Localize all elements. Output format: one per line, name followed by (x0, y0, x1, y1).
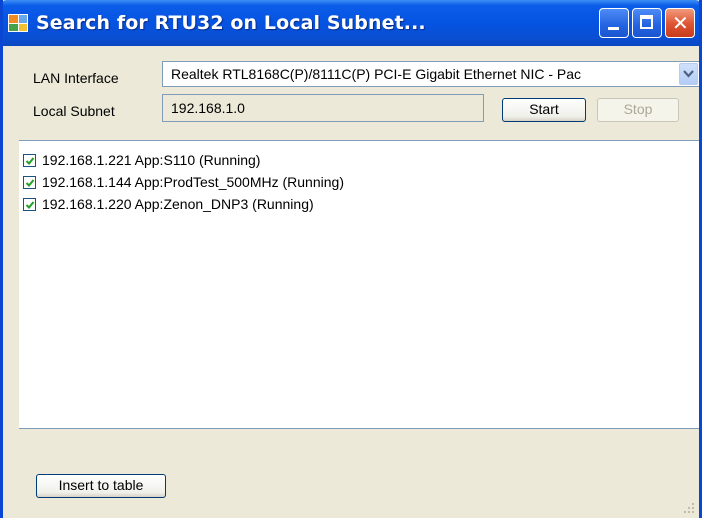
checkbox[interactable] (23, 154, 36, 167)
local-subnet-field: 192.168.1.0 (162, 94, 484, 122)
close-icon: ✕ (672, 11, 689, 35)
maximize-icon (640, 15, 653, 29)
checkmark-icon (25, 201, 35, 209)
maximize-button[interactable] (632, 8, 662, 38)
list-item-label: 192.168.1.220 App:Zenon_DNP3 (Running) (42, 196, 314, 212)
minimize-button[interactable] (599, 8, 629, 38)
list-item-label: 192.168.1.144 App:ProdTest_500MHz (Runni… (42, 174, 344, 190)
checkmark-icon (25, 179, 35, 187)
lan-interface-label: LAN Interface (33, 70, 119, 86)
checkbox[interactable] (23, 176, 36, 189)
start-button[interactable]: Start (502, 98, 586, 122)
minimize-icon (608, 27, 619, 30)
insert-to-table-button[interactable]: Insert to table (36, 474, 166, 498)
list-item-label: 192.168.1.221 App:S110 (Running) (42, 152, 261, 168)
search-dialog: Search for RTU32 on Local Subnet... ✕ LA… (0, 0, 702, 518)
results-list[interactable]: 192.168.1.221 App:S110 (Running) 192.168… (19, 140, 699, 429)
resize-grip[interactable] (683, 502, 695, 514)
checkmark-icon (25, 157, 35, 165)
app-icon (8, 14, 28, 32)
local-subnet-label: Local Subnet (33, 103, 115, 119)
lan-interface-select[interactable]: Realtek RTL8168C(P)/8111C(P) PCI-E Gigab… (162, 61, 699, 87)
checkbox[interactable] (23, 198, 36, 211)
local-subnet-value: 192.168.1.0 (171, 100, 245, 116)
title-bar[interactable]: Search for RTU32 on Local Subnet... ✕ (3, 0, 699, 46)
stop-button[interactable]: Stop (597, 98, 679, 122)
chevron-down-icon (683, 70, 694, 78)
lan-interface-value: Realtek RTL8168C(P)/8111C(P) PCI-E Gigab… (171, 66, 582, 82)
close-button[interactable]: ✕ (665, 8, 695, 38)
dropdown-button[interactable] (679, 63, 698, 85)
window-title: Search for RTU32 on Local Subnet... (36, 12, 426, 34)
